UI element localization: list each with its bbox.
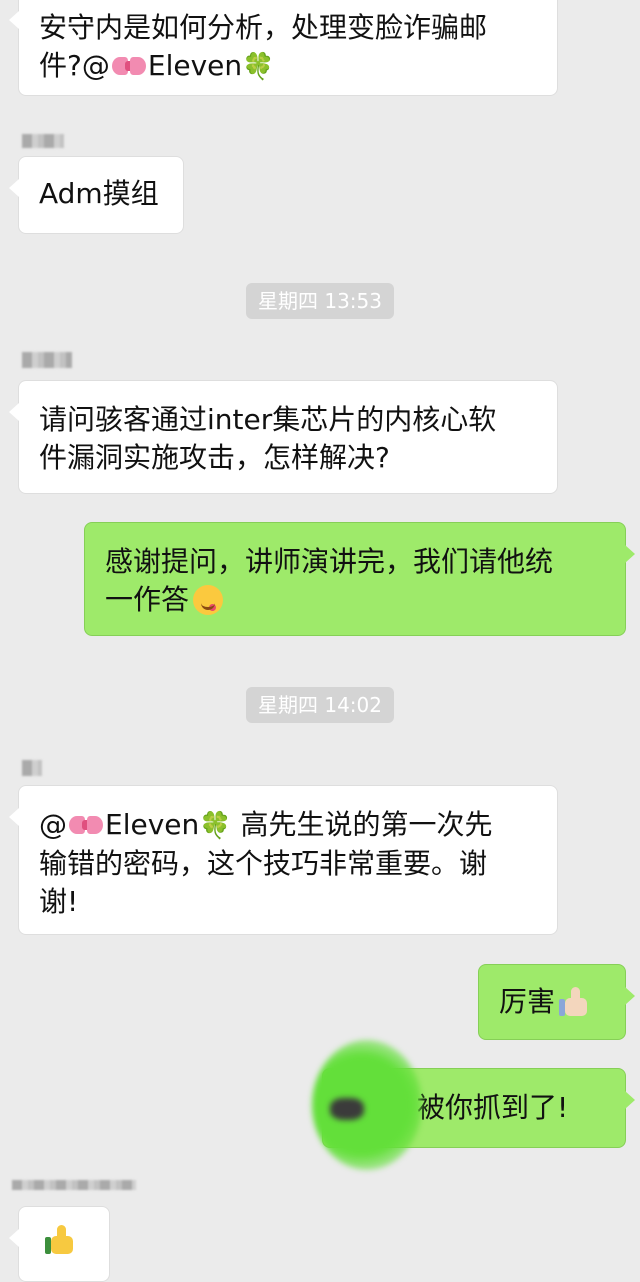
message-bubble-outgoing[interactable]: 感谢提问，讲师演讲完，我们请他统 一作答	[84, 522, 635, 636]
message-line: 安守内是如何分析，处理变脸诈骗邮	[39, 11, 488, 44]
message-line: 件?@ Eleven🍀	[39, 49, 275, 82]
bow-emoji-icon	[111, 55, 146, 77]
yum-emoji-icon	[193, 585, 224, 615]
message-line: 谢!	[39, 885, 79, 918]
message-line: 请问骇客通过inter集芯片的内核心软	[39, 403, 497, 436]
timestamp: 星期四 13:53	[246, 283, 394, 319]
sender-name-blurred	[22, 134, 64, 148]
message-bubble-outgoing[interactable]: 厉害	[478, 964, 635, 1040]
message-line: 感谢提问，讲师演讲完，我们请他统	[105, 545, 554, 578]
blurred-sticker	[312, 1040, 422, 1170]
message-bubble-incoming[interactable]: Adm摸组	[9, 156, 184, 234]
thumbs-up-emoji-icon	[559, 987, 589, 1017]
message-bubble-incoming[interactable]: 请问骇客通过inter集芯片的内核心软 件漏洞实施攻击，怎样解决?	[9, 380, 558, 494]
sender-name-blurred	[12, 1180, 136, 1190]
thumbs-up-emoji-icon	[45, 1225, 79, 1259]
bow-emoji-icon	[69, 814, 103, 836]
sender-name-blurred	[22, 352, 72, 368]
clover-emoji-icon: 🍀	[199, 811, 232, 841]
message-bubble-incoming[interactable]	[9, 1206, 110, 1282]
blurred-sticker-mark	[330, 1098, 364, 1120]
message-line: 一作答	[105, 581, 605, 619]
message-bubble-incoming[interactable]: 安守内是如何分析，处理变脸诈骗邮 件?@ Eleven🍀	[9, 0, 558, 96]
message-line: @ Eleven🍀 高先生说的第一次先	[39, 808, 493, 841]
message-line: 件漏洞实施攻击，怎样解决?	[39, 441, 390, 474]
message-bubble-incoming[interactable]: @ Eleven🍀 高先生说的第一次先 输错的密码，这个技巧非常重要。谢 谢!	[9, 785, 558, 935]
message-line: 输错的密码，这个技巧非常重要。谢	[39, 847, 488, 880]
clover-emoji-icon: 🍀	[242, 52, 275, 82]
timestamp: 星期四 14:02	[246, 687, 394, 723]
message-text: 被你抓到了!	[417, 1091, 569, 1124]
message-text: Adm摸组	[39, 177, 159, 210]
sender-name-blurred	[22, 760, 42, 776]
message-text: 厉害	[499, 985, 556, 1018]
